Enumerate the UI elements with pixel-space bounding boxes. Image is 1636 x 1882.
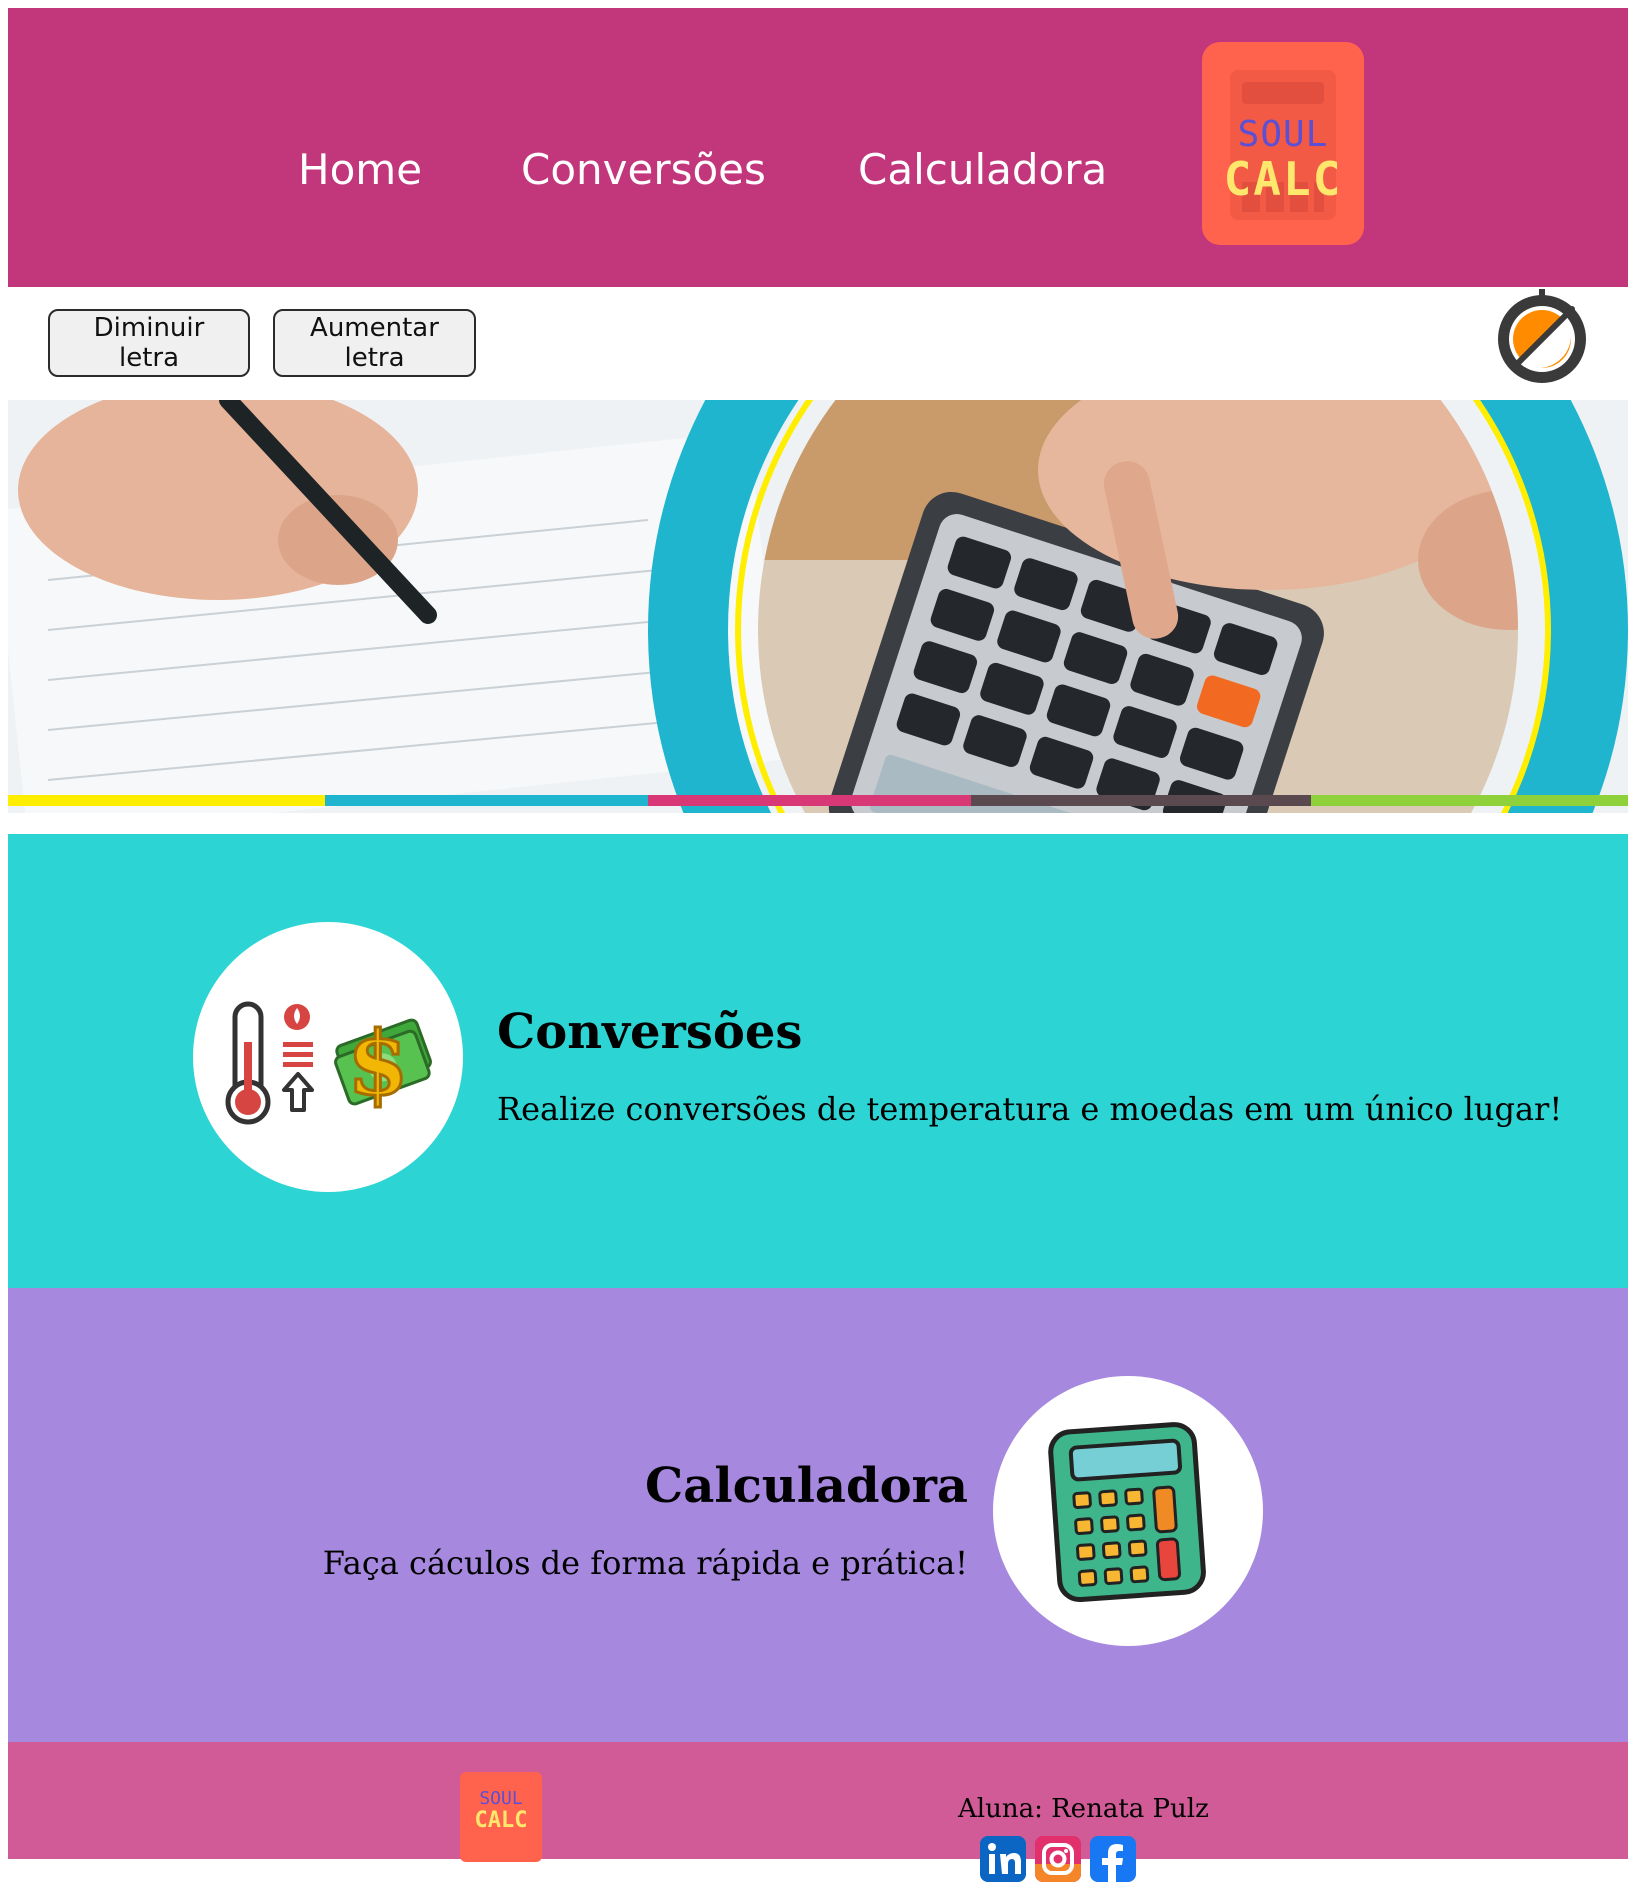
increase-font-button[interactable]: Aumentar letra [273,309,476,377]
calculator-description: Faça cáculos de forma rápida e prática! [322,1544,968,1582]
calculator-section: Calculadora Faça cáculos de forma rápida… [8,1288,1628,1742]
instagram-icon[interactable] [1035,1836,1081,1882]
conversions-description: Realize conversões de temperatura e moed… [497,1090,1563,1128]
soulcalc-logo[interactable]: SOUL CALC [1202,42,1364,245]
footer: SOUL CALC Aluna: Renata Pulz [8,1742,1628,1882]
logo-line-calc: CALC [1223,152,1343,206]
header: Home Conversões Calculadora SOUL CALC [8,8,1628,287]
calculator-icon[interactable] [993,1376,1263,1646]
conversions-title: Conversões [497,1004,803,1060]
nav-conversions-link[interactable]: Conversões [521,145,766,194]
footer-logo-line-soul: SOUL [479,1788,523,1809]
banner-stripe [8,795,325,806]
nav-home-link[interactable]: Home [298,145,422,194]
accessibility-toolbar: Diminuir letra Aumentar letra [8,287,1628,399]
conversions-section: $ Conversões Realize conversões de tempe… [8,834,1628,1288]
logo-line-soul: SOUL [1237,114,1329,155]
banner-photo [8,400,1628,813]
nav-calculator-link[interactable]: Calculadora [858,145,1107,194]
decrease-font-button[interactable]: Diminuir letra [48,309,250,377]
linkedin-icon[interactable] [980,1836,1026,1882]
svg-text:$: $ [347,1011,408,1115]
banner-stripe [1311,795,1628,806]
banner-stripe [325,795,648,806]
facebook-icon[interactable] [1090,1836,1136,1882]
thermometer-money-icon[interactable]: $ [193,922,463,1192]
calculator-title: Calculadora [645,1458,968,1514]
contrast-toggle-icon[interactable] [1490,287,1594,391]
author-credit: Aluna: Renata Pulz [958,1794,1209,1824]
banner-stripe [971,795,1311,806]
footer-logo[interactable]: SOUL CALC [460,1772,542,1862]
hero-banner [8,400,1628,813]
footer-logo-line-calc: CALC [474,1808,528,1833]
banner-stripe [648,795,971,806]
